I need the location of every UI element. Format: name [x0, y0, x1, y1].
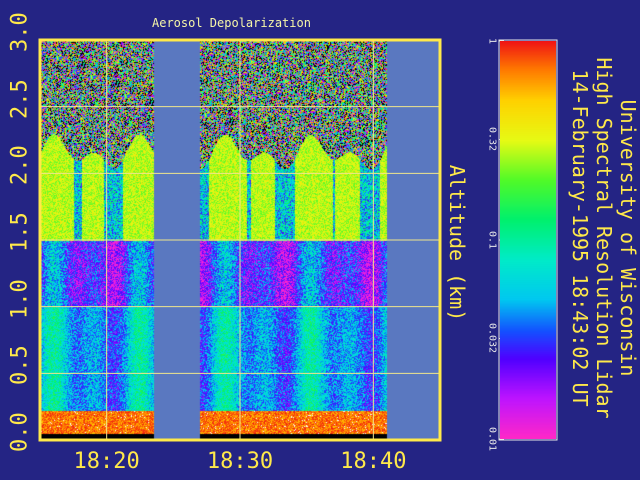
- colorbar-tick-label: 0.032: [486, 323, 498, 354]
- y-tick-label: 1.5: [7, 212, 33, 252]
- institution-label: University of Wisconsin: [616, 99, 640, 377]
- colorbar: [500, 41, 556, 439]
- x-tick-label: 18:20: [73, 449, 140, 474]
- instrument-label: High Spectral Resolution Lidar: [592, 57, 616, 419]
- y-axis-label: Altitude (km): [445, 164, 469, 322]
- colorbar-tick-label: 0.32: [486, 127, 498, 152]
- x-tick-label: 18:40: [340, 449, 407, 474]
- y-tick-label: 2.0: [7, 145, 33, 186]
- colorbar-tick-label: 0.1: [486, 230, 498, 250]
- x-tick-label: 18:30: [206, 449, 274, 474]
- y-tick-label: 1.0: [7, 278, 33, 319]
- grid-lines: [40, 40, 440, 440]
- y-tick-label: 2.5: [7, 78, 33, 119]
- y-tick-label: 3.0: [7, 12, 33, 52]
- y-tick-label: 0.0: [7, 412, 33, 452]
- colorbar-tick-label: 1: [486, 37, 498, 45]
- colorbar-tick-label: 0.01: [486, 426, 498, 452]
- timestamp-label: 14-February-1995 18:43:02 UT: [568, 69, 592, 407]
- lidar-display: Aerosol Depolarization 0.0 0.5 1.0 1.5 2.0 2.…: [0, 0, 640, 480]
- y-tick-label: 0.5: [7, 345, 33, 386]
